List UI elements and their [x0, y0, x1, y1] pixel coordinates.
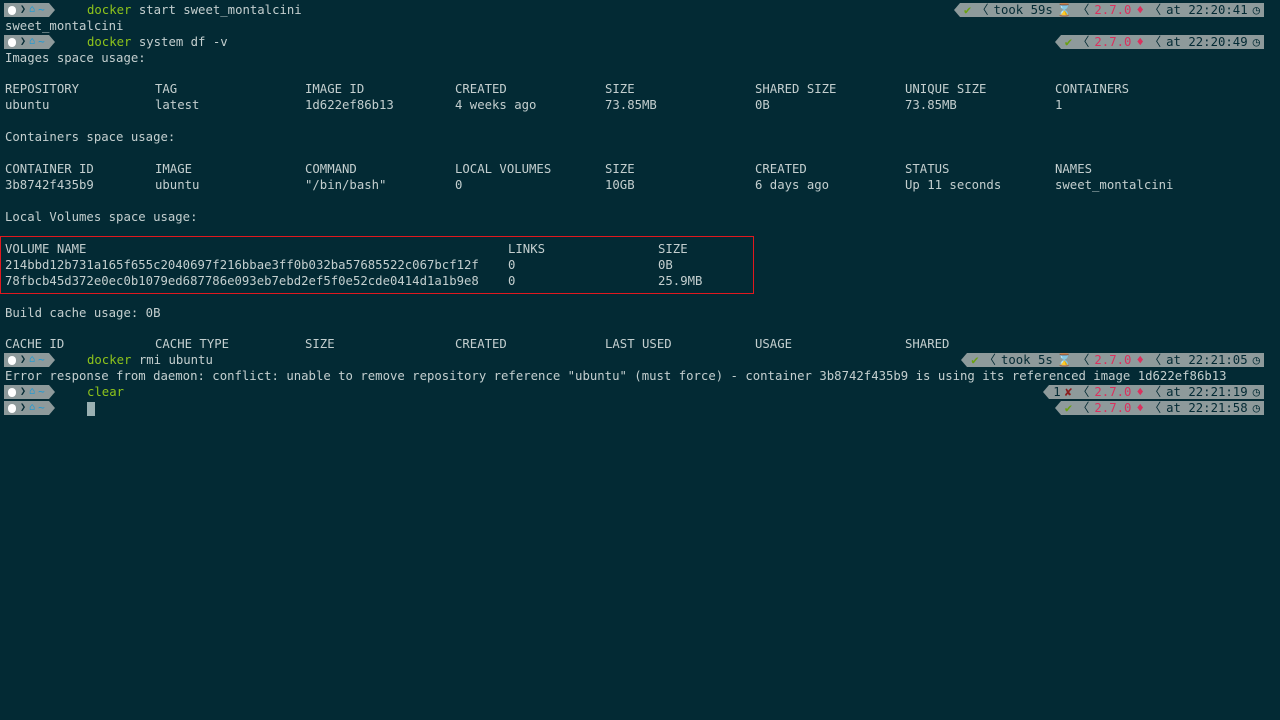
home-icon: ⌂ ~ — [27, 385, 49, 399]
command-text: docker start sweet_montalcini — [87, 3, 302, 17]
took-time: took 59s — [993, 3, 1053, 17]
table-header: VOLUME NAME LINKS SIZE — [5, 242, 688, 256]
ruby-version: 2.7.0 — [1094, 353, 1132, 367]
clock-icon: ◷ — [1252, 3, 1260, 17]
clock-time: at 22:20:41 — [1166, 3, 1248, 17]
table-header: REPOSITORY TAG IMAGE ID CREATED SIZE SHA… — [5, 82, 1130, 96]
status-ok-icon: ✔ — [971, 353, 979, 367]
status-error-icon: ✘ — [1064, 385, 1073, 399]
ruby-version: 2.7.0 — [1094, 35, 1132, 49]
segment-arrow — [48, 385, 55, 399]
segment-separator: ❯ — [19, 385, 28, 399]
clock-icon: ◷ — [1252, 353, 1260, 367]
apple-icon — [4, 385, 19, 399]
terminal-cursor[interactable] — [87, 402, 95, 416]
table-header: CACHE ID CACHE TYPE SIZE CREATED LAST US… — [5, 337, 950, 351]
ruby-version: 2.7.0 — [1094, 401, 1132, 415]
prompt-segments: ❯ ⌂ ~ — [4, 3, 55, 17]
right-prompt-1: ✔ 〈 took 59s ⌛ 〈 2.7.0 ♦ 〈 at 22:20:41 ◷ — [953, 3, 1264, 17]
segment-arrow — [48, 3, 55, 17]
apple-icon — [4, 35, 19, 49]
clock-time: at 22:20:49 — [1166, 35, 1248, 49]
exit-code: 1 — [1053, 385, 1061, 399]
home-icon: ⌂ ~ — [27, 401, 49, 415]
prompt-segments: ❯ ⌂ ~ — [4, 401, 55, 415]
hourglass-icon: ⌛ — [1056, 3, 1073, 17]
clock-icon: ◷ — [1252, 385, 1260, 399]
ruby-version: 2.7.0 — [1094, 3, 1132, 17]
clock-icon: ◷ — [1252, 35, 1260, 49]
table-header: CONTAINER ID IMAGE COMMAND LOCAL VOLUMES… — [5, 162, 1093, 176]
output-line: sweet_montalcini — [5, 19, 124, 33]
status-ok-icon: ✔ — [963, 3, 972, 17]
apple-icon — [4, 401, 19, 415]
segment-arrow — [48, 353, 55, 367]
section-heading: Images space usage: — [5, 51, 146, 65]
segment-separator: ❯ — [19, 3, 28, 17]
section-heading: Build cache usage: 0B — [5, 306, 161, 320]
table-row: 3b8742f435b9 ubuntu "/bin/bash" 0 10GB 6… — [5, 178, 1174, 192]
ruby-icon: ♦ — [1136, 353, 1144, 367]
command-text: docker rmi ubuntu — [87, 353, 213, 367]
segment-separator: ❯ — [19, 401, 28, 415]
ruby-icon: ♦ — [1136, 401, 1144, 415]
right-prompt-4: 1 ✘ 〈 2.7.0 ♦ 〈 at 22:21:19 ◷ — [1043, 385, 1264, 399]
command-text: docker system df -v — [87, 35, 228, 49]
clock-icon: ◷ — [1252, 401, 1260, 415]
prompt-line-4: ❯ ⌂ ~ clear 1 ✘ 〈 2.7.0 ♦ 〈 at 22:21:19 ◷ — [0, 384, 1280, 400]
section-heading: Containers space usage: — [5, 130, 176, 144]
prompt-line-5: ❯ ⌂ ~ ✔ 〈 2.7.0 ♦ 〈 at 22:21:58 ◷ — [0, 400, 1280, 416]
segment-arrow — [48, 401, 55, 415]
terminal-window[interactable]: ❯ ⌂ ~ docker start sweet_montalcini ✔ 〈 t… — [0, 0, 1280, 720]
ruby-version: 2.7.0 — [1094, 385, 1132, 399]
segment-arrow — [48, 35, 55, 49]
prompt-line-1: ❯ ⌂ ~ docker start sweet_montalcini ✔ 〈 t… — [0, 2, 1280, 18]
command-text: clear — [87, 385, 125, 399]
ruby-icon: ♦ — [1136, 385, 1144, 399]
section-heading: Local Volumes space usage: — [5, 210, 198, 224]
prompt-segments: ❯ ⌂ ~ — [4, 353, 55, 367]
prompt-line-3: ❯ ⌂ ~ docker rmi ubuntu ✔ 〈 took 5s ⌛ 〈 2… — [0, 352, 1280, 368]
hourglass-icon: ⌛ — [1056, 353, 1073, 367]
segment-separator: ❯ — [19, 353, 28, 367]
table-row: 78fbcb45d372e0ec0b1079ed687786e093eb7ebd… — [5, 274, 703, 288]
took-time: took 5s — [1000, 353, 1053, 367]
right-prompt-3: ✔ 〈 took 5s ⌛ 〈 2.7.0 ♦ 〈 at 22:21:05 ◷ — [961, 353, 1264, 367]
error-message: Error response from daemon: conflict: un… — [5, 369, 1227, 383]
ruby-icon: ♦ — [1136, 3, 1144, 17]
table-row: 214bbd12b731a165f655c2040697f216bbae3ff0… — [5, 258, 673, 272]
clock-time: at 22:21:19 — [1166, 385, 1248, 399]
right-prompt-2: ✔ 〈 2.7.0 ♦ 〈 at 22:20:49 ◷ — [1054, 35, 1264, 49]
segment-separator: ❯ — [19, 35, 28, 49]
clock-time: at 22:21:58 — [1166, 401, 1248, 415]
home-icon: ⌂ ~ — [27, 353, 49, 367]
apple-icon — [4, 3, 19, 17]
apple-icon — [4, 353, 19, 367]
table-row: ubuntu latest 1d622ef86b13 4 weeks ago 7… — [5, 98, 1063, 112]
status-ok-icon: ✔ — [1064, 401, 1073, 415]
status-ok-icon: ✔ — [1064, 35, 1073, 49]
home-icon: ⌂ ~ — [27, 3, 49, 17]
home-icon: ⌂ ~ — [27, 35, 49, 49]
prompt-line-2: ❯ ⌂ ~ docker system df -v ✔ 〈 2.7.0 ♦ 〈 a… — [0, 34, 1280, 50]
prompt-segments: ❯ ⌂ ~ — [4, 35, 55, 49]
ruby-icon: ♦ — [1136, 35, 1144, 49]
prompt-segments: ❯ ⌂ ~ — [4, 385, 55, 399]
right-prompt-5: ✔ 〈 2.7.0 ♦ 〈 at 22:21:58 ◷ — [1054, 401, 1264, 415]
clock-time: at 22:21:05 — [1166, 353, 1248, 367]
